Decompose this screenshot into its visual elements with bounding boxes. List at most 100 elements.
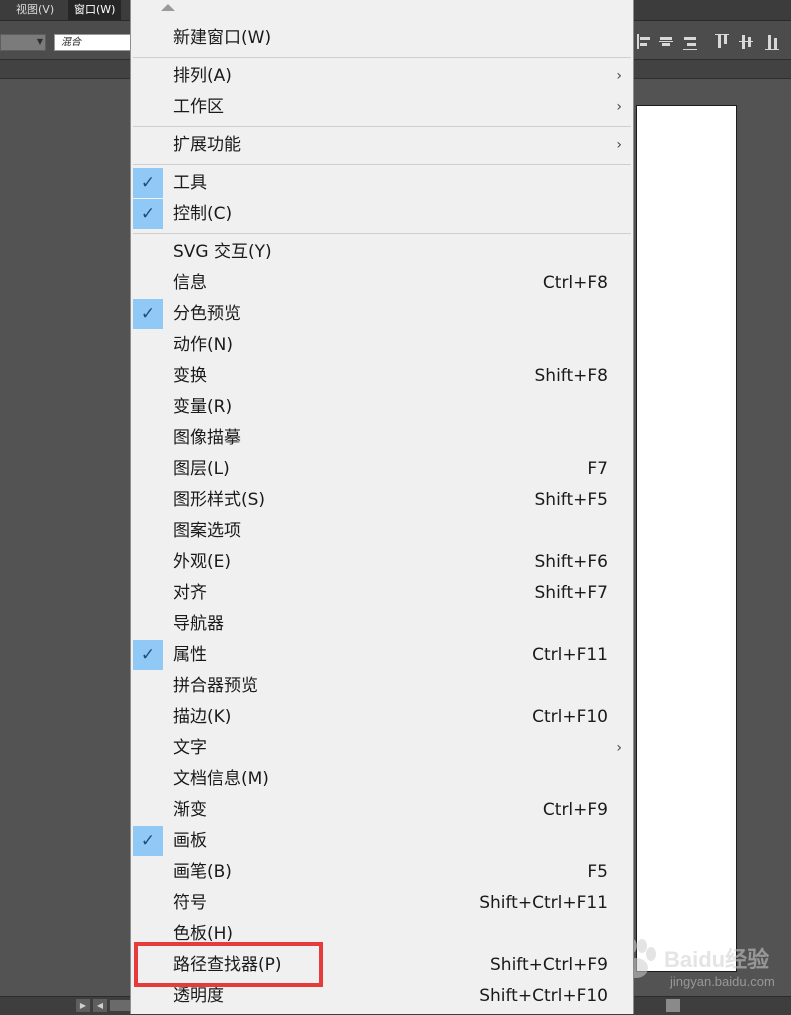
scroll-up-icon[interactable] [161, 4, 175, 11]
menu-item[interactable]: ✓ 画板 [131, 826, 633, 857]
menu-item-label: 渐变 [173, 800, 207, 820]
menu-item-label: 图案选项 [173, 521, 241, 541]
menu-item-label: 图层(L) [173, 459, 230, 479]
menu-separator [133, 164, 631, 165]
menu-separator [133, 57, 631, 58]
opacity-dropdown[interactable]: ▼ [0, 34, 46, 51]
menu-item[interactable]: 变量(R) [131, 392, 633, 423]
menu-item[interactable]: 工作区 › [131, 92, 633, 123]
menu-item-label: 变量(R) [173, 397, 233, 417]
scroll-left-icon[interactable]: ◀ [93, 999, 107, 1012]
menu-item-label: 工作区 [173, 97, 224, 117]
align-top-icon[interactable] [714, 33, 730, 51]
menu-item-label: 符号 [173, 893, 207, 913]
menu-item[interactable]: 信息 Ctrl+F8 [131, 268, 633, 299]
menu-item-shortcut: Shift+Ctrl+F11 [479, 893, 608, 913]
chevron-right-icon: › [616, 740, 622, 756]
scroll-end-icon[interactable]: ▶ [76, 999, 90, 1012]
menu-item[interactable]: ✓ 分色预览 [131, 299, 633, 330]
menu-item[interactable]: 渐变 Ctrl+F9 [131, 795, 633, 826]
menu-item-label: 描边(K) [173, 707, 232, 727]
menu-separator [133, 126, 631, 127]
menu-item[interactable]: SVG 交互(Y) [131, 237, 633, 268]
checkmark-icon: ✓ [133, 640, 163, 670]
menu-item-label: 控制(C) [173, 204, 233, 224]
menu-item[interactable]: 符号 Shift+Ctrl+F11 [131, 888, 633, 919]
menu-item-shortcut: Shift+F8 [534, 366, 608, 386]
checkmark-icon: ✓ [133, 826, 163, 856]
menu-item[interactable]: ✓ 属性 Ctrl+F11 [131, 640, 633, 671]
highlight-annotation [134, 942, 323, 987]
menu-item-shortcut: Ctrl+F11 [532, 645, 608, 665]
watermark-brand: Baidu经验 [664, 947, 770, 972]
menu-item-label: 动作(N) [173, 335, 233, 355]
align-bottom-icon[interactable] [764, 33, 780, 51]
menu-item[interactable]: 扩展功能 › [131, 130, 633, 161]
menu-item-shortcut: Shift+Ctrl+F9 [490, 955, 608, 975]
align-center-icon[interactable] [658, 33, 674, 51]
menu-item-label: 变换 [173, 366, 207, 386]
menu-item-label: 画笔(B) [173, 862, 232, 882]
artboard[interactable] [636, 105, 737, 972]
chevron-right-icon: › [616, 99, 622, 115]
menu-item[interactable]: 画笔(B) F5 [131, 857, 633, 888]
menu-item-label: 图形样式(S) [173, 490, 266, 510]
menu-item[interactable]: 外观(E) Shift+F6 [131, 547, 633, 578]
menu-item-label: 外观(E) [173, 552, 232, 572]
menu-item-label: 工具 [173, 173, 207, 193]
checkmark-icon: ✓ [133, 199, 163, 229]
menu-view[interactable]: 视图(V) [10, 0, 60, 20]
menu-item[interactable]: 文字 › [131, 733, 633, 764]
align-left-icon[interactable] [636, 33, 652, 51]
menu-item-shortcut: Shift+Ctrl+F10 [479, 986, 608, 1006]
baidu-watermark: Baidu经验 jingyan.baidu.com [612, 930, 782, 1000]
menu-item[interactable]: 导航器 [131, 609, 633, 640]
menu-item-shortcut: F5 [587, 862, 608, 882]
align-middle-icon[interactable] [738, 33, 754, 51]
menu-item[interactable]: 动作(N) [131, 330, 633, 361]
menu-item-label: 文档信息(M) [173, 769, 269, 789]
menu-item-label: 导航器 [173, 614, 224, 634]
menu-item[interactable]: 文档信息(M) [131, 764, 633, 795]
menu-item-label: 扩展功能 [173, 135, 241, 155]
window-menu: 新建窗口(W) 排列(A) › 工作区 › 扩展功能 › ✓ 工具 ✓ 控制(C) SVG 交互(Y)… [130, 0, 634, 1014]
menu-item[interactable]: 排列(A) › [131, 61, 633, 92]
menu-item[interactable]: 图层(L) F7 [131, 454, 633, 485]
menu-item[interactable]: 描边(K) Ctrl+F10 [131, 702, 633, 733]
menu-item-shortcut: Ctrl+F10 [532, 707, 608, 727]
menu-item-shortcut: Ctrl+F8 [542, 273, 608, 293]
horizontal-scrollbar[interactable] [110, 1000, 130, 1011]
menu-item[interactable]: 图形样式(S) Shift+F5 [131, 485, 633, 516]
menu-item-shortcut: Shift+F6 [534, 552, 608, 572]
menu-item-label: 属性 [173, 645, 207, 665]
menu-item[interactable]: 图案选项 [131, 516, 633, 547]
watermark-url: jingyan.baidu.com [670, 974, 775, 989]
menu-item-shortcut: Shift+F5 [534, 490, 608, 510]
menu-item-label: 信息 [173, 273, 207, 293]
menu-item[interactable]: 拼合器预览 [131, 671, 633, 702]
menu-window[interactable]: 窗口(W) [68, 0, 122, 20]
menu-item-shortcut: Ctrl+F9 [542, 800, 608, 820]
menu-item-shortcut: F7 [587, 459, 608, 479]
menu-item-label: 图像描摹 [173, 428, 241, 448]
menu-item-label: 画板 [173, 831, 207, 851]
menu-item-label: 对齐 [173, 583, 207, 603]
menu-item[interactable]: ✓ 控制(C) [131, 199, 633, 230]
menu-separator [133, 233, 631, 234]
menu-item[interactable]: 新建窗口(W) [131, 23, 633, 54]
chevron-right-icon: › [616, 68, 622, 84]
menu-item-label: SVG 交互(Y) [173, 242, 272, 262]
menu-item[interactable]: ✓ 工具 [131, 168, 633, 199]
scrollbar-thumb[interactable] [666, 999, 680, 1012]
menu-item-shortcut: Shift+F7 [534, 583, 608, 603]
menu-item-label: 文字 [173, 738, 207, 758]
checkmark-icon: ✓ [133, 299, 163, 329]
menu-item[interactable]: 图像描摹 [131, 423, 633, 454]
menu-item-label: 新建窗口(W) [173, 28, 272, 48]
blend-mode-field[interactable]: 混合 [54, 34, 134, 51]
menu-item-label: 排列(A) [173, 66, 232, 86]
align-right-icon[interactable] [682, 33, 698, 51]
menu-item[interactable]: 变换 Shift+F8 [131, 361, 633, 392]
checkmark-icon: ✓ [133, 168, 163, 198]
menu-item[interactable]: 对齐 Shift+F7 [131, 578, 633, 609]
